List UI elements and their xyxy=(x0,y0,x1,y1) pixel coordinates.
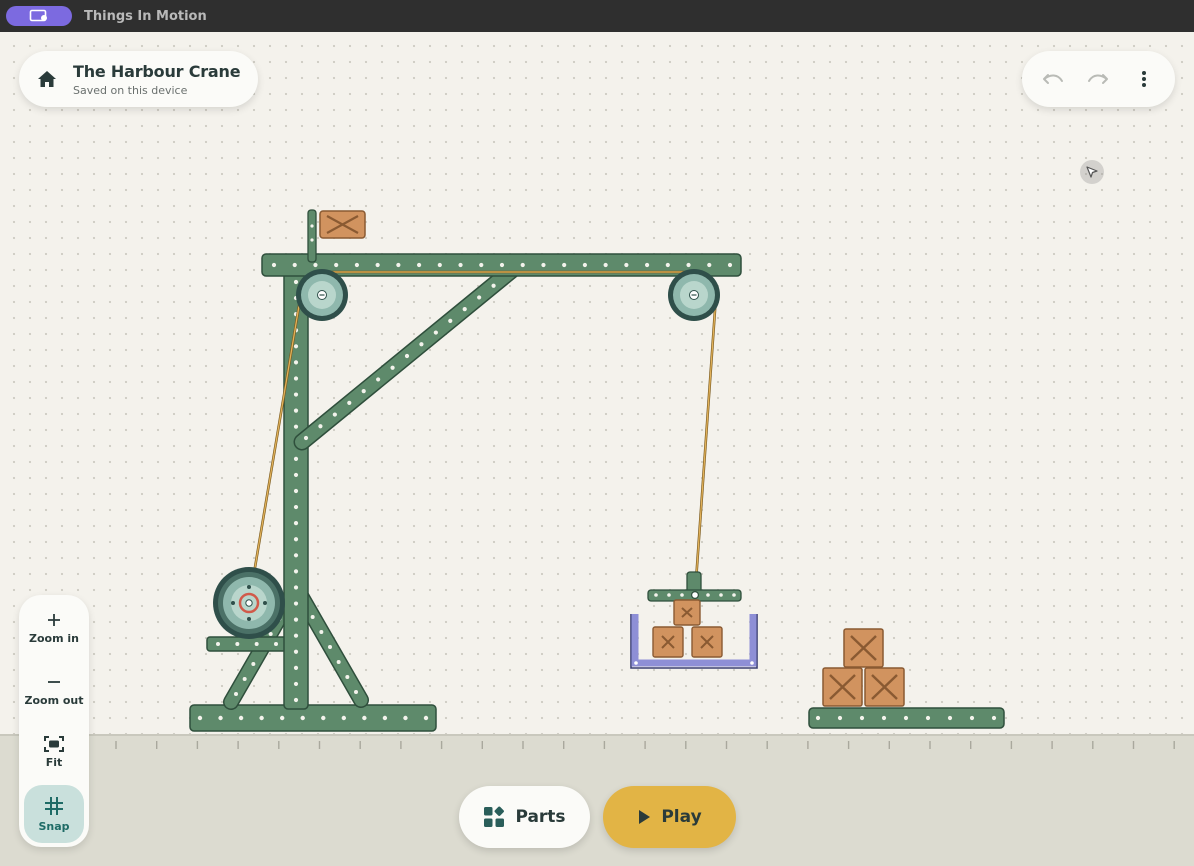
dock-crate-left[interactable] xyxy=(822,667,863,707)
history-toolbar xyxy=(1022,51,1175,107)
more-vertical-icon xyxy=(1142,71,1147,87)
title-bar: Things In Motion xyxy=(0,0,1194,32)
undo-icon xyxy=(1042,74,1063,84)
base-beam[interactable] xyxy=(189,704,437,732)
parts-label: Parts xyxy=(515,807,566,827)
winch-wheel[interactable] xyxy=(213,567,285,639)
basket-crate-top[interactable] xyxy=(673,599,701,626)
parts-button[interactable]: Parts xyxy=(459,786,590,848)
app-title: Things In Motion xyxy=(84,8,207,24)
undo-button[interactable] xyxy=(1036,62,1070,96)
snap-label: Snap xyxy=(38,819,70,833)
more-menu-button[interactable] xyxy=(1127,62,1161,96)
build-canvas[interactable]: The Harbour Crane Saved on this device Z xyxy=(0,32,1194,866)
pulley-right[interactable] xyxy=(668,269,720,321)
plus-icon xyxy=(48,613,60,626)
save-status: Saved on this device xyxy=(73,83,188,97)
dock-crate-top[interactable] xyxy=(843,628,884,668)
zoom-controls: Zoom in Zoom out Fit Snap xyxy=(19,595,89,847)
jib-post[interactable] xyxy=(307,209,317,263)
dock-beam[interactable] xyxy=(808,707,1005,729)
counterweight-crate[interactable] xyxy=(319,210,366,239)
redo-button[interactable] xyxy=(1081,62,1115,96)
grid-icon xyxy=(45,796,63,815)
snap-toggle[interactable]: Snap xyxy=(24,785,84,843)
app-icon[interactable] xyxy=(6,6,72,26)
play-button[interactable]: Play xyxy=(603,786,736,848)
fit-button[interactable]: Fit xyxy=(24,723,84,781)
redo-icon xyxy=(1088,74,1109,84)
zoom-out-button[interactable]: Zoom out xyxy=(24,661,84,719)
crane-mast[interactable] xyxy=(283,267,309,710)
basket-crate-left[interactable] xyxy=(652,626,684,658)
pulley-left[interactable] xyxy=(296,269,348,321)
home-icon xyxy=(38,71,56,87)
winch-shelf[interactable] xyxy=(206,636,288,652)
parts-icon xyxy=(484,806,505,827)
zoom-out-label: Zoom out xyxy=(24,693,84,707)
fit-screen-icon xyxy=(44,735,64,752)
minus-icon xyxy=(48,680,60,683)
zoom-in-button[interactable]: Zoom in xyxy=(24,599,84,657)
basket-crate-right[interactable] xyxy=(691,626,723,658)
pointer-icon xyxy=(1080,160,1104,184)
fit-label: Fit xyxy=(45,755,63,769)
home-button[interactable] xyxy=(27,59,67,99)
hook-assembly[interactable] xyxy=(647,571,742,602)
crane-scene[interactable] xyxy=(0,32,1194,866)
project-title[interactable]: The Harbour Crane xyxy=(73,62,241,81)
play-icon xyxy=(639,810,651,824)
play-label: Play xyxy=(661,807,702,827)
project-title-card: The Harbour Crane Saved on this device xyxy=(19,51,258,107)
support-leg-right[interactable] xyxy=(292,586,369,708)
zoom-in-label: Zoom in xyxy=(29,631,79,645)
dock-crate-right[interactable] xyxy=(864,667,905,707)
